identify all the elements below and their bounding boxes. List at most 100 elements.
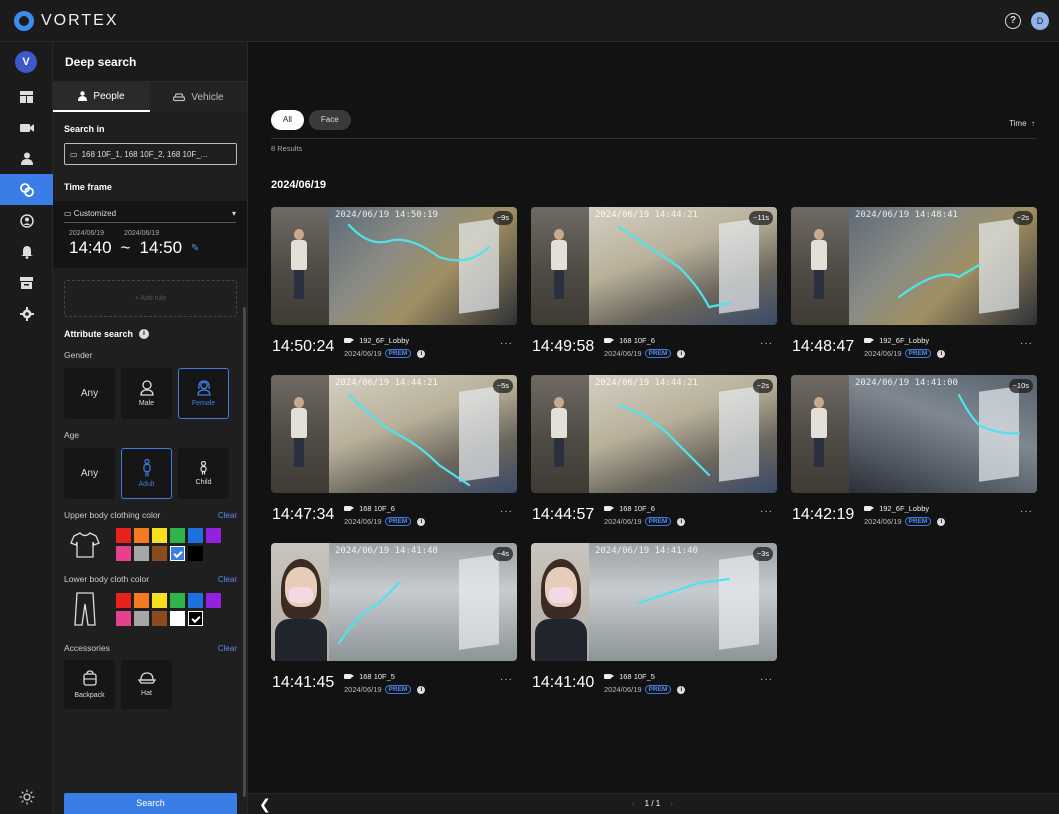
tab-vehicle[interactable]: Vehicle [150,82,247,112]
alarm-bell-icon[interactable] [0,236,53,267]
video-nav-icon[interactable] [0,112,53,143]
gender-male-option[interactable]: Male [121,368,172,419]
upper-color-swatch[interactable] [134,546,149,561]
trajectory-path [617,403,711,477]
gender-any-option[interactable]: Any [64,368,115,419]
upper-color-clear-link[interactable]: Clear [218,511,237,520]
lower-color-swatch[interactable] [170,592,185,608]
more-options-icon[interactable]: ··· [1020,338,1033,349]
trajectory-path [897,263,981,299]
lower-color-swatch[interactable] [134,592,149,608]
result-card[interactable]: 2024/06/19 14:41:40 ~4s 14:41:45 168 10F_5… [271,543,517,697]
info-icon[interactable]: i [139,329,150,339]
result-card[interactable]: 2024/06/19 14:44:21 ~11s 14:49:58 168 10F_… [531,207,777,361]
info-icon[interactable]: i [417,685,426,694]
face-nav-icon[interactable] [0,205,53,236]
archive-nav-icon[interactable] [0,267,53,298]
collapse-back-icon[interactable]: ❮ [259,796,271,813]
lower-color-clear-link[interactable]: Clear [218,575,237,584]
backpack-option[interactable]: Backpack [64,660,115,709]
deep-search-nav-icon[interactable] [0,174,53,205]
lower-color-swatch[interactable] [152,610,167,626]
result-thumbnail[interactable]: 2024/06/19 14:48:41 ~2s [791,207,1037,325]
lower-color-swatch[interactable] [134,610,149,626]
upper-color-swatch[interactable] [170,546,185,561]
duration-badge: ~2s [752,379,773,393]
more-options-icon[interactable]: ··· [760,674,773,685]
upper-color-swatch[interactable] [152,546,167,561]
result-thumbnail[interactable]: 2024/06/19 14:44:21 ~2s [531,375,777,493]
settings-gear-icon[interactable] [0,298,53,329]
result-thumbnail[interactable]: 2024/06/19 14:44:21 ~5s [271,375,517,493]
result-card[interactable]: 2024/06/19 14:41:00 ~10s 14:42:19 192_6F_L… [791,375,1037,529]
sidebar-scrollbar[interactable] [243,307,246,797]
age-adult-option[interactable]: Adult [121,448,172,499]
info-icon[interactable]: i [417,349,426,358]
result-thumbnail[interactable]: 2024/06/19 14:50:19 ~9s [271,207,517,325]
lower-color-swatch[interactable] [188,610,203,626]
gender-female-option[interactable]: Female [178,368,229,419]
org-avatar[interactable]: V [15,51,37,73]
add-rule-button[interactable]: + Add rule [64,280,237,317]
age-child-option[interactable]: Child [178,448,229,499]
result-thumbnail[interactable]: 2024/06/19 14:44:21 ~11s [531,207,777,325]
lower-color-swatch[interactable] [170,610,185,626]
result-card[interactable]: 2024/06/19 14:50:19 ~9s 14:50:24 192_6F_Lo… [271,207,517,361]
prev-page-icon[interactable]: ‹ [632,799,635,808]
upper-color-swatch[interactable] [116,528,131,543]
result-thumbnail[interactable]: 2024/06/19 14:41:00 ~10s [791,375,1037,493]
info-icon[interactable]: i [677,349,686,358]
upper-color-swatch[interactable] [152,528,167,543]
sort-control[interactable]: Time ↑ [1009,119,1035,128]
more-options-icon[interactable]: ··· [760,506,773,517]
vortex-logo[interactable]: VORTEX [14,10,119,31]
accessories-clear-link[interactable]: Clear [218,644,237,653]
filter-all-pill[interactable]: All [271,110,304,130]
result-card[interactable]: 2024/06/19 14:44:21 ~2s 14:44:57 168 10F_6… [531,375,777,529]
result-card[interactable]: 2024/06/19 14:41:40 ~3s 14:41:40 168 10F_5… [531,543,777,697]
hat-option[interactable]: Hat [121,660,172,709]
theme-sun-icon[interactable] [0,785,53,809]
lower-color-swatch[interactable] [116,592,131,608]
time-frame-dropdown[interactable]: ▭ Customized ▾ [64,209,236,223]
upper-color-swatch[interactable] [134,528,149,543]
lower-color-swatch[interactable] [206,592,221,608]
upper-color-swatch[interactable] [116,546,131,561]
result-time: 14:48:47 [792,338,855,355]
more-options-icon[interactable]: ··· [500,338,513,349]
tab-people[interactable]: People [53,82,150,112]
more-options-icon[interactable]: ··· [1020,506,1033,517]
result-thumbnail[interactable]: 2024/06/19 14:41:40 ~4s [271,543,517,661]
info-icon[interactable]: i [677,517,686,526]
upper-color-swatch[interactable] [188,546,203,561]
dashboard-nav-icon[interactable] [0,81,53,112]
user-avatar[interactable]: D [1031,12,1049,30]
result-date: 2024/06/19 [864,349,902,358]
upper-color-swatch[interactable] [206,528,221,543]
info-icon[interactable]: i [937,517,946,526]
edit-pencil-icon[interactable]: ✎ [191,243,199,254]
lower-color-swatch[interactable] [116,610,131,626]
more-options-icon[interactable]: ··· [500,506,513,517]
lower-color-swatch[interactable] [188,592,203,608]
help-icon[interactable]: ? [1005,13,1021,29]
upper-color-swatch[interactable] [170,528,185,543]
age-any-option[interactable]: Any [64,448,115,499]
info-icon[interactable]: i [937,349,946,358]
more-options-icon[interactable]: ··· [760,338,773,349]
filter-face-pill[interactable]: Face [308,110,351,130]
info-icon[interactable]: i [677,685,686,694]
search-button[interactable]: Search [64,793,237,814]
result-card[interactable]: 2024/06/19 14:48:41 ~2s 14:48:47 192_6F_Lo… [791,207,1037,361]
result-thumbnail[interactable]: 2024/06/19 14:41:40 ~3s [531,543,777,661]
result-card[interactable]: 2024/06/19 14:44:21 ~5s 14:47:34 168 10F_6… [271,375,517,529]
camera-selector[interactable]: ▭ 168 10F_1, 168 10F_2, 168 10F_... [64,143,237,165]
more-options-icon[interactable]: ··· [500,674,513,685]
duration-badge: ~2s [1012,211,1033,225]
info-icon[interactable]: i [417,517,426,526]
lower-color-swatch[interactable] [152,592,167,608]
person-nav-icon[interactable] [0,143,53,174]
age-child-label: Child [195,479,212,486]
next-page-icon[interactable]: › [670,799,673,808]
upper-color-swatch[interactable] [188,528,203,543]
